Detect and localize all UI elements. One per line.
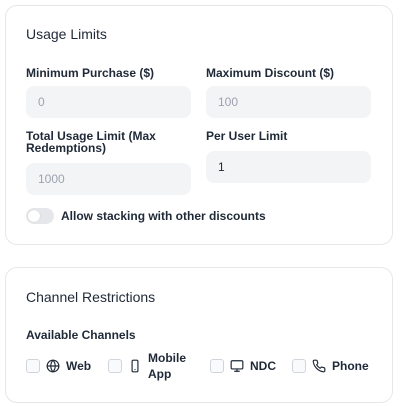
channel-web-checkbox[interactable] bbox=[26, 359, 40, 373]
monitor-icon bbox=[230, 360, 244, 372]
toggle-knob bbox=[28, 210, 40, 222]
channel-phone[interactable]: Phone bbox=[292, 358, 369, 374]
channel-web[interactable]: Web bbox=[26, 358, 91, 374]
channel-mobile-app-checkbox[interactable] bbox=[108, 359, 122, 373]
per-user-limit-label: Per User Limit bbox=[206, 129, 288, 143]
total-usage-limit-input[interactable] bbox=[26, 163, 191, 195]
channel-restrictions-title: Channel Restrictions bbox=[26, 289, 156, 305]
channel-restrictions-card: Channel Restrictions Available Channels … bbox=[5, 267, 393, 403]
channel-mobile-app[interactable]: Mobile App bbox=[108, 350, 192, 382]
globe-icon bbox=[46, 359, 60, 373]
stacking-toggle-label: Allow stacking with other discounts bbox=[61, 209, 266, 223]
phone-icon bbox=[312, 359, 326, 373]
minimum-purchase-input[interactable] bbox=[26, 86, 191, 118]
available-channels-label: Available Channels bbox=[26, 328, 136, 342]
channel-web-label: Web bbox=[66, 359, 92, 373]
usage-limits-card: Usage Limits Minimum Purchase ($) Maximu… bbox=[5, 5, 393, 245]
per-user-limit-input[interactable] bbox=[206, 151, 371, 183]
stacking-toggle[interactable] bbox=[26, 208, 54, 224]
channel-ndc-checkbox[interactable] bbox=[210, 359, 224, 373]
channel-phone-checkbox[interactable] bbox=[292, 359, 306, 373]
total-usage-limit-label: Total Usage Limit (Max Redemptions) bbox=[26, 129, 156, 155]
maximum-discount-input[interactable] bbox=[206, 86, 371, 118]
stacking-toggle-row: Allow stacking with other discounts bbox=[26, 208, 266, 224]
channel-phone-label: Phone bbox=[332, 359, 369, 373]
channel-ndc-label: NDC bbox=[250, 359, 276, 373]
channel-ndc[interactable]: NDC bbox=[210, 358, 276, 374]
channel-mobile-app-label: Mobile App bbox=[148, 351, 186, 381]
maximum-discount-label: Maximum Discount ($) bbox=[206, 66, 335, 80]
minimum-purchase-label: Minimum Purchase ($) bbox=[26, 66, 155, 80]
smartphone-icon bbox=[131, 359, 139, 373]
usage-limits-title: Usage Limits bbox=[26, 26, 107, 42]
